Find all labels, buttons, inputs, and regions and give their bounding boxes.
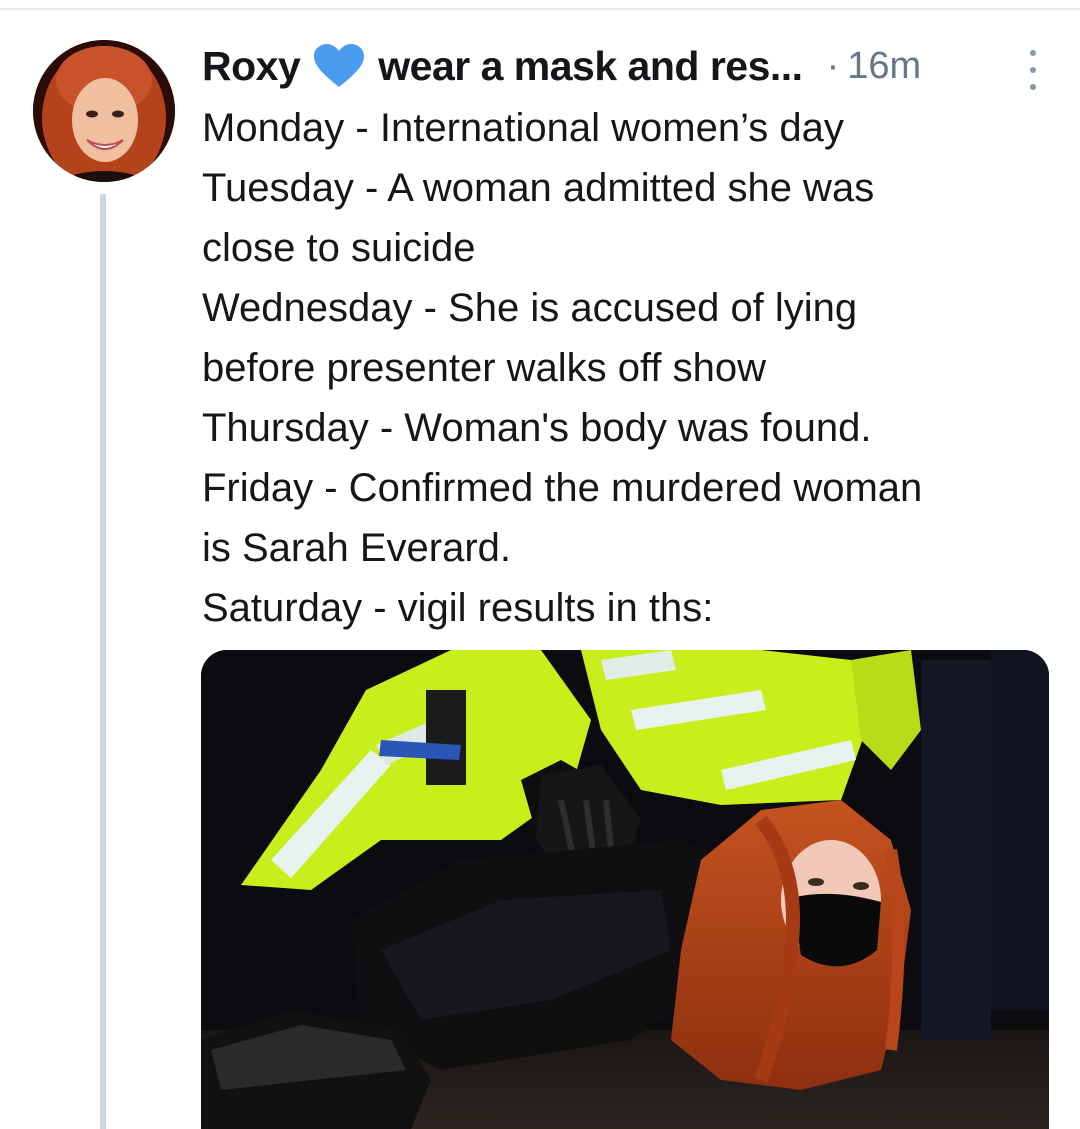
- author-display-name[interactable]: Roxy: [202, 43, 301, 90]
- thread-connector-line: [100, 194, 106, 1129]
- tweet-text-line: Tuesday - A woman admitted she was: [202, 166, 875, 210]
- photo-police-arrest: [201, 650, 1049, 1129]
- avatar[interactable]: [33, 40, 175, 182]
- tweet-text: Monday - International women’s day Tuesd…: [202, 98, 1052, 638]
- tweet-timestamp[interactable]: 16m: [847, 45, 921, 88]
- tweet-text-line: Monday - International women’s day: [202, 106, 844, 150]
- blue-heart-icon: [314, 44, 365, 88]
- avatar-image: [33, 40, 175, 182]
- tweet-text-line: Thursday - Woman's body was found.: [202, 406, 872, 450]
- separator-dot: ·: [826, 44, 840, 87]
- tweet-media-photo[interactable]: [201, 650, 1049, 1129]
- tweet-text-line: close to suicide: [202, 226, 476, 270]
- author-display-name-suffix[interactable]: wear a mask and res...: [378, 43, 803, 90]
- tweet[interactable]: Roxy wear a mask and res... · 16m Monday…: [202, 36, 1052, 638]
- tweet-text-line: Wednesday - She is accused of lying: [202, 286, 858, 330]
- tweet-text-line: before presenter walks off show: [202, 346, 767, 390]
- tweet-header: Roxy wear a mask and res... · 16m: [202, 36, 1052, 96]
- more-options-icon[interactable]: [1026, 50, 1040, 90]
- top-divider: [0, 8, 1080, 10]
- tweet-text-line: Saturday - vigil results in ths:: [202, 586, 714, 630]
- tweet-text-line: is Sarah Everard.: [202, 526, 512, 570]
- tweet-text-line: Friday - Confirmed the murdered woman: [202, 466, 923, 510]
